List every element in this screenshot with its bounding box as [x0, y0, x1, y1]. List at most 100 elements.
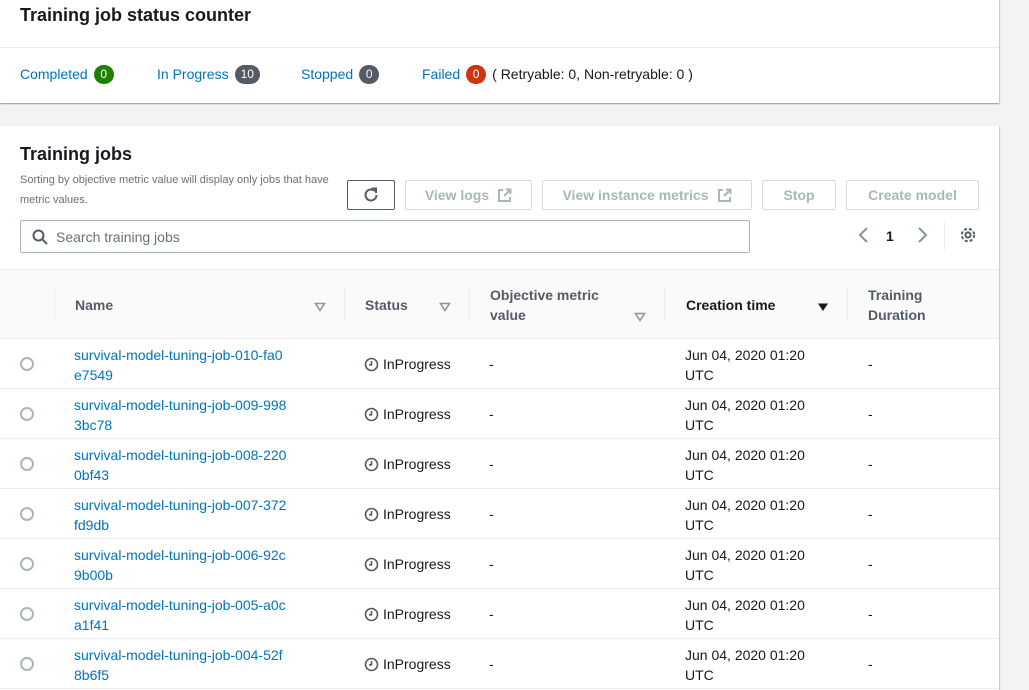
job-status: InProgress: [364, 406, 451, 422]
table-row[interactable]: survival-model-tuning-job-005-a0ca1f41 I…: [0, 589, 999, 639]
training-duration: -: [868, 606, 873, 622]
job-status: InProgress: [364, 506, 451, 522]
row-select-radio[interactable]: [20, 357, 34, 371]
row-select-radio[interactable]: [20, 557, 34, 571]
objective-metric-value: -: [489, 506, 494, 522]
counter-failed[interactable]: Failed 0 ( Retryable: 0, Non-retryable: …: [422, 64, 693, 84]
job-status-text: InProgress: [383, 456, 451, 472]
counter-in-progress-label[interactable]: In Progress: [157, 66, 229, 82]
job-name-link[interactable]: survival-model-tuning-job-009-9983bc78: [74, 395, 289, 435]
table-header: Name Status Objective metric value Creat…: [0, 269, 999, 339]
creation-time: Jun 04, 2020 01:20 UTC: [685, 597, 805, 633]
job-name-link[interactable]: survival-model-tuning-job-008-2200bf43: [74, 445, 289, 485]
training-jobs-panel: Training jobs Sorting by objective metri…: [0, 126, 999, 690]
external-link-icon: [717, 188, 732, 203]
current-page-number[interactable]: 1: [886, 228, 894, 244]
table-row[interactable]: survival-model-tuning-job-004-52f8b6f5 I…: [0, 639, 999, 689]
counter-failed-label[interactable]: Failed: [422, 66, 460, 82]
objective-metric-value: -: [489, 456, 494, 472]
search-icon: [32, 229, 48, 245]
creation-time: Jun 04, 2020 01:20 UTC: [685, 447, 805, 483]
column-divider: [344, 288, 345, 322]
stop-button[interactable]: Stop: [762, 180, 836, 210]
status-counter-panel: Training job status counter Completed 0 …: [0, 0, 999, 103]
counter-completed[interactable]: Completed 0: [20, 64, 114, 84]
status-counter-title: Training job status counter: [20, 5, 252, 25]
table-row[interactable]: survival-model-tuning-job-006-92c9b00b I…: [0, 539, 999, 589]
objective-metric-value: -: [489, 606, 494, 622]
clock-icon: [364, 657, 379, 672]
job-name-link[interactable]: survival-model-tuning-job-007-372fd9db: [74, 495, 289, 535]
caret-down-outline-icon[interactable]: [634, 309, 646, 327]
chevron-right-icon[interactable]: [914, 226, 930, 249]
column-divider: [664, 288, 665, 322]
job-status-text: InProgress: [383, 606, 451, 622]
clock-icon: [364, 407, 379, 422]
table-row[interactable]: survival-model-tuning-job-008-2200bf43 I…: [0, 439, 999, 489]
job-name-link[interactable]: survival-model-tuning-job-006-92c9b00b: [74, 545, 289, 585]
stopped-count-badge: 0: [359, 64, 380, 84]
divider: [0, 47, 999, 48]
column-divider: [54, 288, 55, 322]
caret-down-outline-icon[interactable]: [314, 299, 326, 317]
job-status: InProgress: [364, 556, 451, 572]
table-row[interactable]: survival-model-tuning-job-010-fa0e7549 I…: [0, 339, 999, 389]
in-progress-count-badge: 10: [234, 64, 260, 84]
job-status: InProgress: [364, 606, 451, 622]
objective-metric-value: -: [489, 406, 494, 422]
job-status: InProgress: [364, 656, 451, 672]
row-select-radio[interactable]: [20, 457, 34, 471]
training-duration: -: [868, 406, 873, 422]
view-instance-metrics-button[interactable]: View instance metrics: [542, 180, 752, 210]
caret-down-filled-icon[interactable]: [817, 299, 829, 317]
view-logs-button[interactable]: View logs: [405, 180, 532, 210]
column-divider: [847, 288, 848, 322]
objective-metric-value: -: [489, 356, 494, 372]
counter-stopped[interactable]: Stopped 0: [301, 64, 380, 84]
caret-down-outline-icon[interactable]: [439, 299, 451, 317]
training-duration: -: [868, 556, 873, 572]
search-input[interactable]: [56, 228, 706, 245]
row-select-radio[interactable]: [20, 507, 34, 521]
failed-count-badge: 0: [466, 64, 487, 84]
counter-in-progress[interactable]: In Progress 10: [157, 64, 260, 84]
refresh-button[interactable]: [347, 180, 395, 210]
table-row[interactable]: survival-model-tuning-job-009-9983bc78 I…: [0, 389, 999, 439]
completed-count-badge: 0: [93, 64, 114, 84]
creation-time: Jun 04, 2020 01:20 UTC: [685, 547, 805, 583]
job-status: InProgress: [364, 356, 451, 372]
job-name-link[interactable]: survival-model-tuning-job-010-fa0e7549: [74, 345, 289, 385]
job-status-text: InProgress: [383, 556, 451, 572]
job-name-link[interactable]: survival-model-tuning-job-004-52f8b6f5: [74, 645, 289, 685]
gear-icon[interactable]: [959, 226, 977, 249]
external-link-icon: [497, 188, 512, 203]
row-select-radio[interactable]: [20, 657, 34, 671]
column-header-name[interactable]: Name: [75, 295, 113, 315]
row-select-radio[interactable]: [20, 607, 34, 621]
counter-stopped-label[interactable]: Stopped: [301, 66, 353, 82]
column-header-objective-metric[interactable]: Objective metric value: [490, 285, 625, 325]
failed-retry-detail: ( Retryable: 0, Non-retryable: 0 ): [492, 66, 693, 82]
create-model-button[interactable]: Create model: [846, 180, 979, 210]
training-duration: -: [868, 456, 873, 472]
creation-time: Jun 04, 2020 01:20 UTC: [685, 397, 805, 433]
clock-icon: [364, 357, 379, 372]
column-header-training-duration[interactable]: Training Duration: [868, 285, 958, 325]
training-jobs-title: Training jobs: [20, 144, 133, 164]
table-row[interactable]: survival-model-tuning-job-007-372fd9db I…: [0, 489, 999, 539]
clock-icon: [364, 557, 379, 572]
clock-icon: [364, 507, 379, 522]
job-status-text: InProgress: [383, 356, 451, 372]
counter-completed-label[interactable]: Completed: [20, 66, 88, 82]
column-header-creation-time[interactable]: Creation time: [686, 295, 775, 315]
column-header-status[interactable]: Status: [365, 295, 408, 315]
chevron-left-icon[interactable]: [856, 226, 872, 249]
job-status-text: InProgress: [383, 656, 451, 672]
job-name-link[interactable]: survival-model-tuning-job-005-a0ca1f41: [74, 595, 289, 635]
clock-icon: [364, 457, 379, 472]
row-select-radio[interactable]: [20, 407, 34, 421]
objective-metric-value: -: [489, 556, 494, 572]
view-instance-metrics-label: View instance metrics: [562, 187, 709, 203]
creation-time: Jun 04, 2020 01:20 UTC: [685, 347, 805, 383]
job-status-text: InProgress: [383, 406, 451, 422]
